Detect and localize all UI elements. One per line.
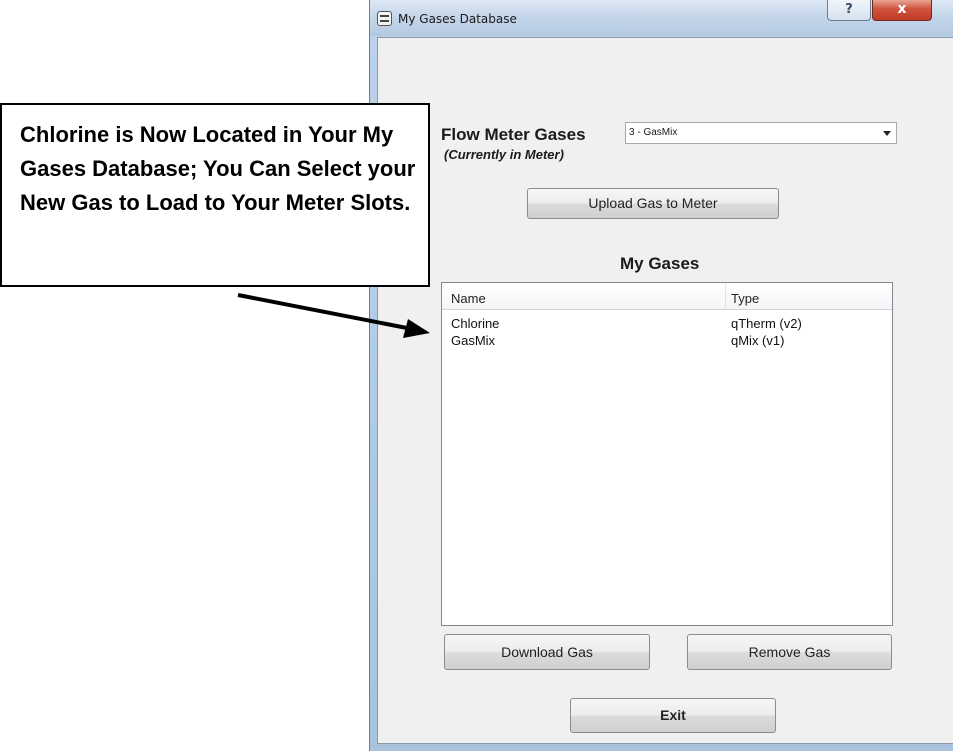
gas-type: qMix (v1)	[731, 333, 785, 348]
upload-gas-to-meter-button[interactable]: Upload Gas to Meter	[527, 188, 779, 219]
close-button[interactable]: x	[872, 0, 932, 21]
flow-meter-gas-select[interactable]: 3 - GasMix	[625, 122, 897, 144]
gas-name: Chlorine	[451, 316, 500, 331]
annotation-callout: Chlorine is Now Located in Your My Gases…	[0, 103, 430, 287]
callout-text: Chlorine is Now Located in Your My Gases…	[20, 122, 416, 215]
gas-type: qTherm (v2)	[731, 316, 802, 331]
exit-button[interactable]: Exit	[570, 698, 776, 733]
column-header-name[interactable]: Name	[451, 291, 486, 306]
gas-name: GasMix	[451, 333, 496, 348]
my-gases-heading: My Gases	[620, 254, 700, 273]
my-gases-list[interactable]: Name Type Chlorine qTherm (v2) GasMix qM…	[441, 282, 893, 626]
list-item[interactable]: Chlorine qTherm (v2)	[442, 315, 892, 332]
download-gas-button[interactable]: Download Gas	[444, 634, 650, 670]
app-window-icon	[377, 11, 392, 26]
list-item[interactable]: GasMix qMix (v1)	[442, 332, 892, 349]
title-bar[interactable]: My Gases Database ? x	[370, 0, 953, 36]
flow-meter-gases-label: Flow Meter Gases	[441, 125, 586, 144]
currently-in-meter-label: (Currently in Meter)	[444, 147, 564, 162]
help-button[interactable]: ?	[827, 0, 871, 21]
window-title: My Gases Database	[398, 12, 517, 26]
column-divider[interactable]	[725, 283, 726, 309]
remove-gas-button[interactable]: Remove Gas	[687, 634, 892, 670]
chevron-down-icon[interactable]	[883, 131, 891, 136]
flow-meter-gas-selected-value: 3 - GasMix	[629, 127, 678, 138]
column-header-type[interactable]: Type	[731, 291, 759, 306]
list-header: Name Type	[442, 283, 892, 310]
